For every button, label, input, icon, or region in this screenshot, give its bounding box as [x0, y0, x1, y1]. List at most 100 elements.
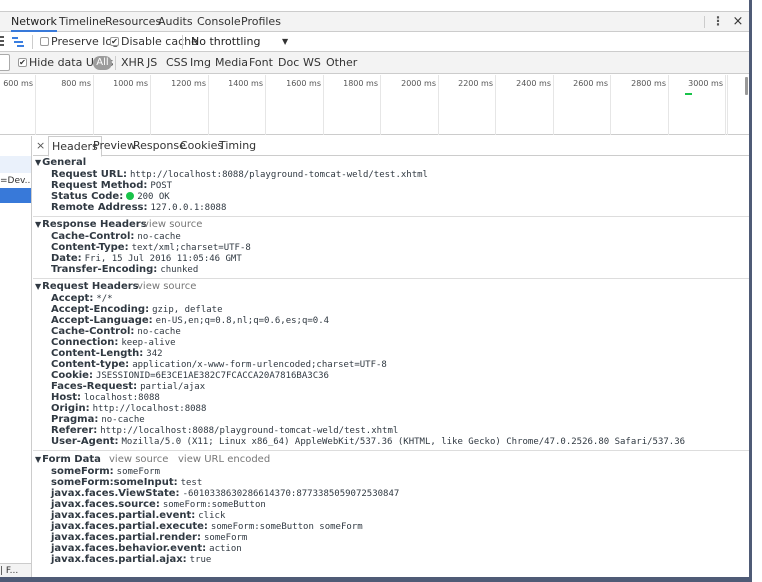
tab-console[interactable]: Console: [197, 12, 241, 32]
filter-all-button[interactable]: All: [93, 56, 112, 70]
general-header[interactable]: ▼General: [33, 157, 749, 169]
close-details-icon[interactable]: ×: [36, 136, 45, 156]
tab-separator: [704, 16, 705, 28]
tab-preview[interactable]: Preview: [93, 136, 136, 156]
throttling-select[interactable]: No throttling ▼: [191, 32, 291, 51]
filter-js[interactable]: JS: [147, 52, 157, 74]
header-value: JSESSIONID=6E3CE1AE382C7FCACCA20A7816BA3…: [95, 371, 329, 381]
header-row: Cookie: JSESSIONID=6E3CE1AE382C7FCACCA20A…: [33, 370, 749, 381]
request-details-panel: × Headers Preview Response Cookies Timin…: [33, 136, 749, 577]
header-name: Cache-Control:: [51, 326, 135, 337]
more-menu-icon[interactable]: ⋮: [712, 12, 724, 32]
header-row: Pragma: no-cache: [33, 414, 749, 425]
filter-media[interactable]: Media: [215, 52, 248, 74]
tab-cookies[interactable]: Cookies: [180, 136, 223, 156]
window-border-bottom: [0, 577, 752, 582]
request-list: =Dev... | F...: [0, 136, 32, 577]
filter-doc[interactable]: Doc: [278, 52, 299, 74]
tab-timeline[interactable]: Timeline: [59, 12, 106, 32]
filter-css[interactable]: CSS: [166, 52, 188, 74]
overview-tick-label: 1200 ms: [171, 79, 206, 88]
overview-tick-label: 2800 ms: [631, 79, 666, 88]
request-headers-header[interactable]: ▼Request Headers view source: [33, 281, 749, 293]
tab-network[interactable]: Network: [11, 12, 57, 32]
header-name: Faces-Request:: [51, 381, 138, 392]
header-value: 127.0.0.1:8088: [150, 203, 227, 213]
overview-tick-label: 2600 ms: [573, 79, 608, 88]
header-row: User-Agent: Mozilla/5.0 (X11; Linux x86_6…: [33, 436, 749, 447]
filter-img[interactable]: Img: [190, 52, 211, 74]
hide-data-urls-checkbox[interactable]: ✔: [18, 58, 27, 67]
preserve-log-checkbox[interactable]: [40, 37, 49, 46]
tab-timing[interactable]: Timing: [219, 136, 256, 156]
devtools-panel-tabs: Network Timeline Resources Audits Consol…: [0, 11, 749, 32]
header-value: 342: [146, 349, 163, 359]
status-ok-icon: [126, 192, 135, 200]
overview-gridline: [265, 75, 266, 135]
header-name: Host:: [51, 392, 81, 403]
section-divider: [33, 278, 749, 279]
header-name: Date:: [51, 253, 82, 264]
overview-tick-label: 2200 ms: [458, 79, 493, 88]
filter-other[interactable]: Other: [326, 52, 357, 74]
disable-cache-checkbox[interactable]: ✔: [110, 37, 119, 46]
filter-separator: [115, 56, 116, 70]
header-name: javax.faces.partial.ajax:: [51, 554, 187, 565]
request-row-selected[interactable]: [0, 188, 31, 203]
filter-font[interactable]: Font: [249, 52, 273, 74]
view-source-link[interactable]: view source: [109, 454, 168, 466]
header-row: Content-Type: text/xml;charset=UTF-8: [33, 242, 749, 253]
details-tabs: × Headers Preview Response Cookies Timin…: [33, 136, 749, 157]
tab-resources[interactable]: Resources: [105, 12, 161, 32]
section-divider: [33, 216, 749, 217]
preserve-log-label[interactable]: Preserve log: [51, 32, 119, 51]
response-headers-header[interactable]: ▼Response Headers view source: [33, 219, 749, 231]
header-row: Content-Length: 342: [33, 348, 749, 359]
view-url-encoded-link[interactable]: view URL encoded: [178, 454, 270, 466]
header-row: Request URL: http://localhost:8088/playgr…: [33, 169, 749, 180]
header-name: Connection:: [51, 337, 119, 348]
header-row: Connection: keep-alive: [33, 337, 749, 348]
view-source-link[interactable]: view source: [137, 281, 196, 293]
disable-cache-label[interactable]: Disable cache: [121, 32, 198, 51]
overview-tick-label: 1000 ms: [113, 79, 148, 88]
waterfall-view-icon[interactable]: [12, 37, 24, 47]
list-view-icon[interactable]: [0, 36, 4, 46]
view-source-link[interactable]: view source: [143, 219, 202, 231]
tab-audits[interactable]: Audits: [158, 12, 193, 32]
overview-gridline: [380, 75, 381, 135]
section-divider: [33, 450, 749, 451]
header-row: Cache-Control: no-cache: [33, 326, 749, 337]
filter-input[interactable]: [0, 54, 10, 71]
header-value: true: [189, 555, 212, 565]
tab-response[interactable]: Response: [133, 136, 186, 156]
header-row: Faces-Request: partial/ajax: [33, 381, 749, 392]
timeline-overview[interactable]: 600 ms 800 ms 1000 ms 1200 ms 1400 ms 1600 ms…: [0, 75, 749, 135]
overview-scrollbar[interactable]: [745, 77, 748, 95]
filter-xhr[interactable]: XHR: [121, 52, 144, 74]
form-data-section: ▼Form Data view source view URL encoded so…: [33, 454, 749, 565]
request-row[interactable]: [0, 156, 31, 173]
header-row: Remote Address: 127.0.0.1:8088: [33, 202, 749, 213]
filter-ws[interactable]: WS: [303, 52, 321, 74]
header-value: gzip, deflate: [152, 305, 223, 315]
header-value: keep-alive: [121, 338, 176, 348]
overview-gridline: [93, 75, 94, 135]
header-row: javax.faces.partial.event: click: [33, 510, 749, 521]
header-row: javax.faces.partial.render: someForm: [33, 532, 749, 543]
header-value: click: [198, 511, 226, 521]
overview-gridline: [35, 75, 36, 135]
header-name: Accept:: [51, 293, 94, 304]
window-border-right: [749, 0, 752, 578]
overview-tick-label: 1600 ms: [286, 79, 321, 88]
throttling-value: No throttling: [191, 35, 261, 48]
overview-tick-label: 600 ms: [3, 79, 33, 88]
header-row: javax.faces.source: someForm:someButton: [33, 499, 749, 510]
header-name: Transfer-Encoding:: [51, 264, 158, 275]
close-devtools-icon[interactable]: ×: [731, 12, 745, 32]
overview-tick-label: 3000 ms: [688, 79, 723, 88]
form-data-header[interactable]: ▼Form Data view source view URL encoded: [33, 454, 749, 466]
tab-profiles[interactable]: Profiles: [241, 12, 281, 32]
header-value: */*: [96, 294, 113, 304]
header-row: Accept-Encoding: gzip, deflate: [33, 304, 749, 315]
